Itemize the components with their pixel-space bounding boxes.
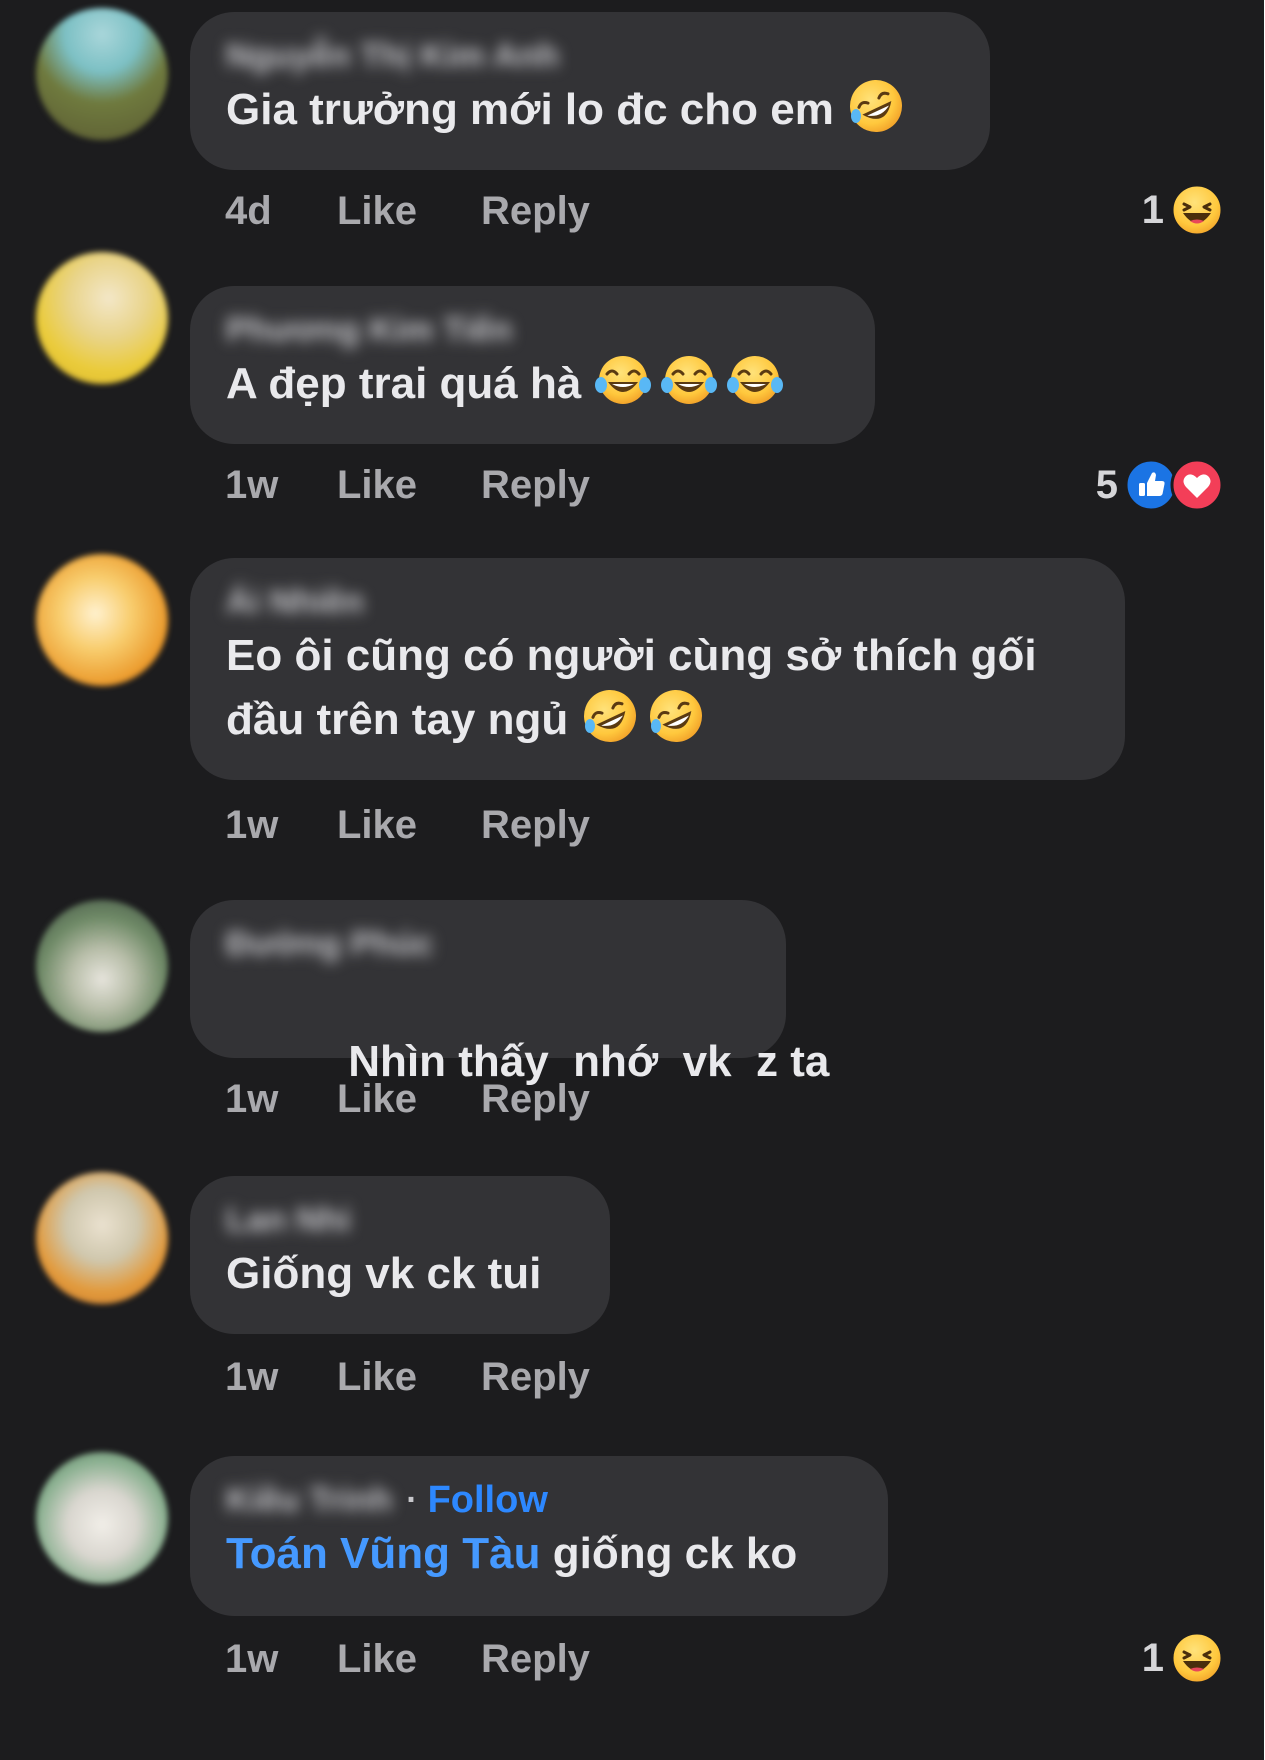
comment-text: A đẹp trai quá hà [226, 352, 837, 416]
tears-of-joy-emoji [661, 356, 718, 404]
comment-actions: 1w Like Reply [225, 1634, 590, 1684]
comment-time[interactable]: 1w [225, 463, 337, 508]
comment-bubble: Nguyễn Thị Kim Anh Gia trưởng mới lo đc … [190, 12, 990, 170]
avatar[interactable] [36, 1172, 168, 1304]
avatar[interactable] [36, 554, 168, 686]
reaction-count: 1 [1141, 187, 1164, 232]
comment-text: Nhìn thấy nhớ vk z ta [226, 966, 829, 1158]
comment-author[interactable]: Nguyễn Thị Kim Anh [226, 37, 559, 76]
comment-text-content: A đẹp trai quá hà [226, 359, 582, 408]
comment-text-line: đầu trên tay ngủ [226, 695, 569, 744]
avatar[interactable] [36, 1452, 168, 1584]
follow-button[interactable]: Follow [428, 1479, 548, 1522]
comment-text: Giống vk ck tui [226, 1242, 572, 1306]
comment-actions: 1w Like Reply [225, 460, 590, 510]
rolling-on-floor-laughing-emoji [584, 690, 637, 742]
comment-bubble: Lan Nhi Giống vk ck tui [190, 1176, 610, 1334]
comment-author[interactable]: Lan Nhi [226, 1201, 351, 1240]
reply-button[interactable]: Reply [481, 803, 590, 848]
reply-button[interactable]: Reply [481, 1637, 590, 1682]
reaction-summary[interactable]: 1 [1142, 1630, 1224, 1686]
comment-author[interactable]: Phương Kim Tiến [226, 311, 512, 350]
comment-author[interactable]: Đường Phúc [226, 925, 433, 964]
mention-link[interactable]: Toán Vũng Tàu [226, 1529, 541, 1578]
rolling-on-floor-laughing-emoji [849, 80, 902, 132]
comments-panel: Nguyễn Thị Kim Anh Gia trưởng mới lo đc … [0, 0, 1264, 1760]
comment-text-content: giống ck ko [540, 1529, 798, 1578]
comment-actions: 1w Like Reply [225, 1074, 590, 1124]
tears-of-joy-emoji [727, 356, 784, 404]
reply-button[interactable]: Reply [481, 1077, 590, 1122]
page: Nguyễn Thị Kim Anh Gia trưởng mới lo đc … [0, 0, 1265, 1760]
comment-text-content: Gia trưởng mới lo đc cho em [226, 85, 834, 134]
like-button[interactable]: Like [337, 1077, 481, 1122]
avatar[interactable] [36, 900, 168, 1032]
comment-bubble: Phương Kim Tiến A đẹp trai quá hà [190, 286, 875, 444]
comment-time[interactable]: 4d [225, 189, 337, 234]
reply-button[interactable]: Reply [481, 189, 590, 234]
comment-text: Eo ôi cũng có người cùng sở thích gối đầ… [226, 624, 1087, 752]
like-button[interactable]: Like [337, 803, 481, 848]
comment-bubble: Đường Phúc Nhìn thấy nhớ vk z ta [190, 900, 829, 1086]
comment-bubble: Ái Nhiên Eo ôi cũng có người cùng sở thí… [190, 558, 1125, 780]
comment-author[interactable]: Kiều Trinh [226, 1481, 392, 1520]
reply-button[interactable]: Reply [481, 463, 590, 508]
like-button[interactable]: Like [337, 189, 481, 234]
comment-time[interactable]: 1w [225, 803, 337, 848]
comment-time[interactable]: 1w [225, 1077, 337, 1122]
comment-author[interactable]: Ái Nhiên [226, 583, 364, 622]
comment-text-line: Eo ôi cũng có người cùng sở thích gối [226, 631, 1037, 680]
comment-actions: 4d Like Reply [225, 186, 590, 236]
reaction-count: 1 [1141, 1635, 1164, 1680]
tears-of-joy-emoji [595, 356, 652, 404]
avatar[interactable] [36, 8, 168, 140]
comment-text: Toán Vũng Tàu giống ck ko [226, 1522, 850, 1586]
comment-text-line-wrap: đầu trên tay ngủ [226, 688, 1087, 752]
avatar[interactable] [36, 252, 168, 384]
reaction-summary[interactable]: 1 [1142, 182, 1224, 238]
like-button[interactable]: Like [337, 1637, 481, 1682]
like-button[interactable]: Like [337, 1355, 481, 1400]
haha-reaction-icon [1170, 183, 1224, 237]
comment-text-content: Giống vk ck tui [226, 1249, 542, 1298]
like-button[interactable]: Like [337, 463, 481, 508]
comment-time[interactable]: 1w [225, 1637, 337, 1682]
love-reaction-icon [1170, 458, 1224, 512]
rolling-on-floor-laughing-emoji [650, 690, 703, 742]
separator-dot: · [406, 1480, 418, 1519]
comment-bubble: Kiều Trinh · Follow Toán Vũng Tàu giống … [190, 1456, 888, 1616]
comment-actions: 1w Like Reply [225, 1352, 590, 1402]
haha-reaction-icon [1170, 1631, 1224, 1685]
reaction-summary[interactable]: 5 [1096, 457, 1224, 513]
reply-button[interactable]: Reply [481, 1355, 590, 1400]
comment-time[interactable]: 1w [225, 1355, 337, 1400]
comment-actions: 1w Like Reply [225, 800, 590, 850]
reaction-count: 5 [1095, 462, 1118, 507]
comment-text: Gia trưởng mới lo đc cho em [226, 78, 952, 142]
